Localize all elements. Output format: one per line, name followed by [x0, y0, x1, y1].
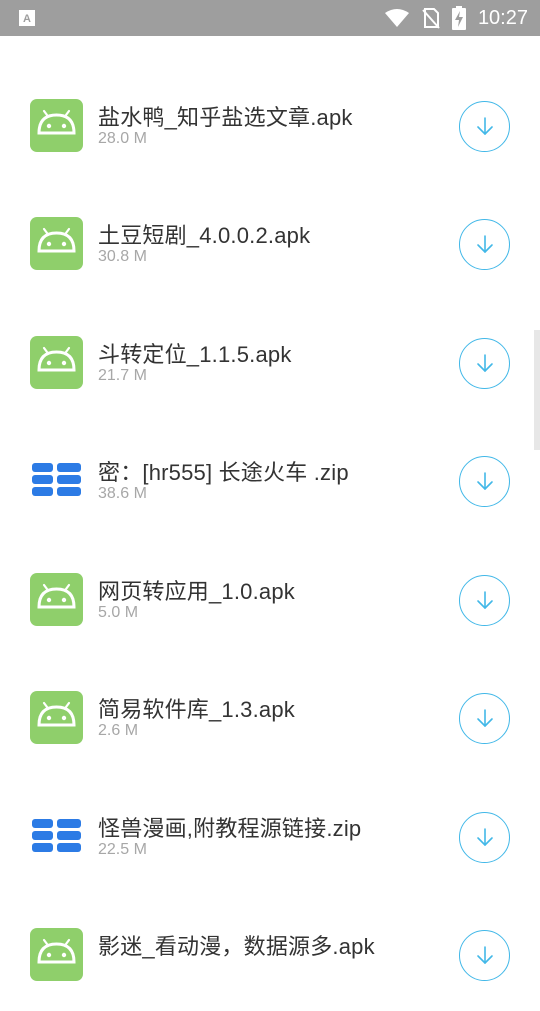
download-arrow-icon	[472, 588, 498, 614]
zip-archive-icon	[30, 810, 83, 863]
notification-a-icon: A	[19, 10, 35, 26]
android-apk-icon	[30, 573, 83, 626]
file-row[interactable]: 怪兽漫画,附教程源链接.zip 22.5 M	[0, 775, 540, 893]
android-apk-icon	[30, 928, 83, 981]
download-button[interactable]	[459, 101, 510, 152]
file-size: 38.6 M	[98, 485, 147, 502]
android-apk-icon	[30, 217, 83, 270]
svg-text:A: A	[23, 13, 31, 25]
download-arrow-icon	[472, 232, 498, 258]
zip-archive-icon	[30, 454, 83, 507]
download-button[interactable]	[459, 575, 510, 626]
download-button[interactable]	[459, 693, 510, 744]
download-arrow-icon	[472, 469, 498, 495]
status-bar: A 10:27	[0, 0, 540, 36]
download-button[interactable]	[459, 456, 510, 507]
download-button[interactable]	[459, 219, 510, 270]
file-size: 5.0 M	[98, 604, 139, 621]
scrollbar[interactable]	[534, 330, 540, 450]
file-row[interactable]: 密：[hr555] 长途火车 .zip 38.6 M	[0, 419, 540, 537]
file-size: 2.6 M	[98, 722, 139, 739]
file-name: 土豆短剧_4.0.0.2.apk	[98, 223, 311, 248]
download-arrow-icon	[472, 114, 498, 140]
file-name: 简易软件库_1.3.apk	[98, 697, 296, 722]
android-apk-icon	[30, 691, 83, 744]
status-time: 10:27	[477, 6, 528, 29]
file-size: 22.5 M	[98, 841, 147, 858]
download-arrow-icon	[472, 351, 498, 377]
file-row[interactable]: 网页转应用_1.0.apk 5.0 M	[0, 538, 540, 656]
file-row[interactable]: 斗转定位_1.1.5.apk 21.7 M	[0, 301, 540, 419]
battery-charging-icon	[451, 6, 466, 30]
file-name: 密：[hr555] 长途火车 .zip	[98, 460, 349, 485]
file-size: 30.8 M	[98, 248, 147, 265]
file-name: 盐水鸭_知乎盐选文章.apk	[98, 105, 353, 130]
file-row[interactable]: 简易软件库_1.3.apk 2.6 M	[0, 656, 540, 774]
file-size: 21.7 M	[98, 367, 147, 384]
android-apk-icon	[30, 99, 83, 152]
file-name: 网页转应用_1.0.apk	[98, 579, 296, 604]
file-size: 28.0 M	[98, 130, 147, 147]
download-button[interactable]	[459, 930, 510, 981]
file-row[interactable]: 土豆短剧_4.0.0.2.apk 30.8 M	[0, 182, 540, 300]
wifi-icon	[384, 9, 409, 27]
android-apk-icon	[30, 336, 83, 389]
download-arrow-icon	[472, 943, 498, 969]
download-arrow-icon	[472, 825, 498, 851]
file-name: 影迷_看动漫，数据源多.apk	[98, 934, 375, 959]
download-button[interactable]	[459, 338, 510, 389]
download-button[interactable]	[459, 812, 510, 863]
file-name: 斗转定位_1.1.5.apk	[98, 342, 292, 367]
file-row[interactable]: 盐水鸭_知乎盐选文章.apk 28.0 M	[0, 64, 540, 182]
file-row[interactable]: 影迷_看动漫，数据源多.apk	[0, 893, 540, 1011]
file-name: 怪兽漫画,附教程源链接.zip	[98, 816, 362, 841]
no-sim-icon	[422, 8, 440, 29]
download-arrow-icon	[472, 706, 498, 732]
status-right: 10:27	[384, 0, 528, 36]
